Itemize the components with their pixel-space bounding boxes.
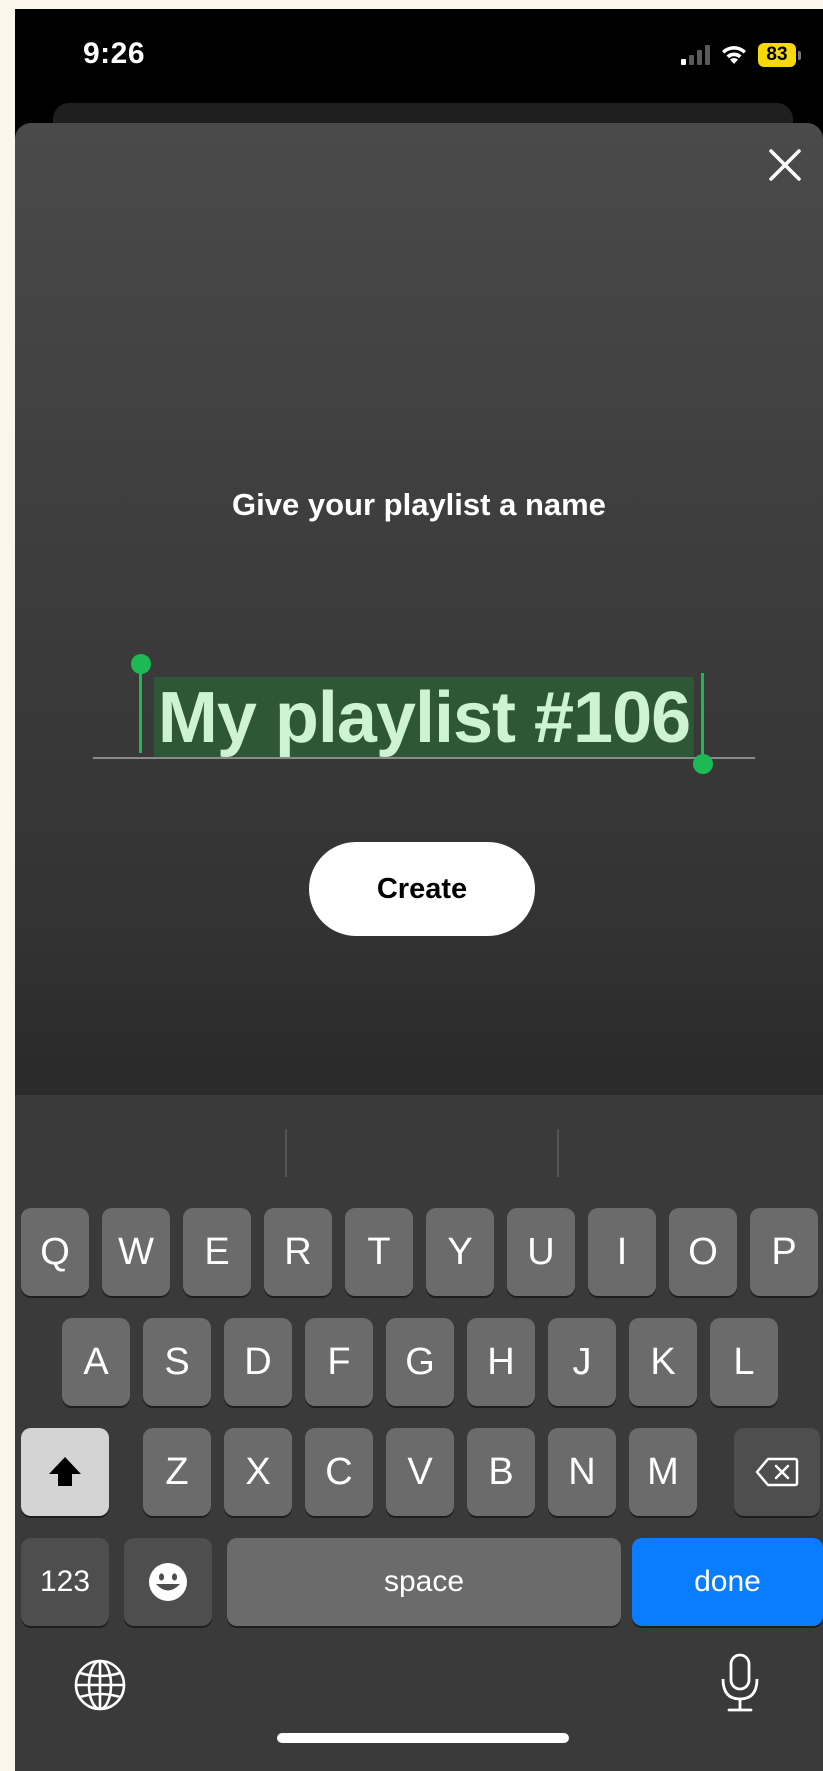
cellular-signal-icon (681, 45, 710, 65)
key-z[interactable]: Z (143, 1428, 211, 1516)
key-x[interactable]: X (224, 1428, 292, 1516)
key-e[interactable]: E (183, 1208, 251, 1296)
page-title: Give your playlist a name (232, 487, 606, 522)
key-b[interactable]: B (467, 1428, 535, 1516)
shift-icon (49, 1457, 81, 1486)
key-y[interactable]: Y (426, 1208, 494, 1296)
key-j[interactable]: J (548, 1318, 616, 1406)
keyboard: Q W E R T Y U I O P A S D F G H J K L Z … (15, 1095, 823, 1771)
shift-key[interactable] (21, 1428, 109, 1516)
key-i[interactable]: I (588, 1208, 656, 1296)
space-key[interactable]: space (227, 1538, 621, 1626)
wifi-icon (722, 46, 746, 64)
key-q[interactable]: Q (21, 1208, 89, 1296)
playlist-name-input[interactable]: My playlist #106 (93, 659, 755, 759)
selection-end-knob[interactable] (693, 754, 713, 774)
status-icons: 83 (681, 43, 801, 67)
key-k[interactable]: K (629, 1318, 697, 1406)
suggestion-divider (285, 1129, 287, 1177)
selection-start-handle[interactable] (139, 665, 142, 753)
key-n[interactable]: N (548, 1428, 616, 1516)
key-c[interactable]: C (305, 1428, 373, 1516)
selection-start-knob[interactable] (131, 654, 151, 674)
key-m[interactable]: M (629, 1428, 697, 1516)
key-f[interactable]: F (305, 1318, 373, 1406)
suggestion-divider (557, 1129, 559, 1177)
input-underline (93, 757, 755, 759)
phone-screen: 9:26 83 Give your playlist a name My pla… (15, 9, 823, 1771)
key-t[interactable]: T (345, 1208, 413, 1296)
key-p[interactable]: P (750, 1208, 818, 1296)
done-key[interactable]: done (632, 1538, 823, 1626)
key-l[interactable]: L (710, 1318, 778, 1406)
numbers-key[interactable]: 123 (21, 1538, 109, 1626)
close-icon[interactable] (765, 145, 805, 185)
backspace-key[interactable] (734, 1428, 820, 1516)
microphone-icon[interactable] (718, 1651, 762, 1715)
key-a[interactable]: A (62, 1318, 130, 1406)
key-s[interactable]: S (143, 1318, 211, 1406)
backspace-icon (755, 1457, 799, 1487)
key-u[interactable]: U (507, 1208, 575, 1296)
emoji-icon (149, 1563, 187, 1601)
globe-icon[interactable] (72, 1657, 128, 1713)
emoji-key[interactable] (124, 1538, 212, 1626)
key-h[interactable]: H (467, 1318, 535, 1406)
key-o[interactable]: O (669, 1208, 737, 1296)
battery-icon: 83 (758, 43, 801, 67)
status-time: 9:26 (83, 37, 146, 70)
key-d[interactable]: D (224, 1318, 292, 1406)
key-v[interactable]: V (386, 1428, 454, 1516)
create-button[interactable]: Create (309, 842, 535, 936)
battery-level: 83 (758, 43, 796, 67)
key-g[interactable]: G (386, 1318, 454, 1406)
playlist-name-text[interactable]: My playlist #106 (153, 677, 695, 759)
key-r[interactable]: R (264, 1208, 332, 1296)
home-indicator[interactable] (277, 1733, 569, 1743)
selection-end-handle[interactable] (701, 673, 704, 761)
key-w[interactable]: W (102, 1208, 170, 1296)
